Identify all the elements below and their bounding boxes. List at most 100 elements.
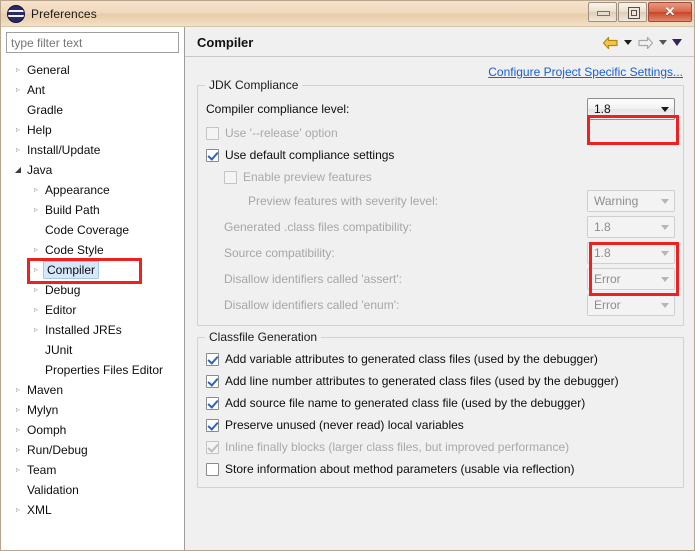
sidebar-item-code-coverage[interactable]: ▹Code Coverage [6, 220, 179, 240]
preferences-page: Compiler Configure Project Specific Sett… [185, 27, 694, 550]
checkbox-row-preserve-unused-never-read-local-variables[interactable]: Preserve unused (never read) local varia… [206, 414, 675, 436]
checkbox-inline-finally-blocks-larger-class-files-but-imp [206, 440, 219, 454]
sidebar-item-appearance[interactable]: ▹ Appearance [6, 180, 179, 200]
close-icon: ✕ [664, 4, 676, 19]
sidebar-item-maven[interactable]: ▹ Maven [6, 380, 179, 400]
tree-collapsed-arrow-icon[interactable]: ▹ [11, 140, 25, 160]
tree-collapsed-arrow-icon[interactable]: ▹ [29, 260, 43, 280]
checkbox-use-release-option [206, 126, 219, 140]
tree-no-arrow-icon: ▹ [11, 480, 25, 500]
checkbox-label: Inline finally blocks (larger class file… [225, 440, 570, 454]
sidebar-item-label: Compiler [43, 261, 100, 279]
sidebar-item-team[interactable]: ▹ Team [6, 460, 179, 480]
checkbox-row-add-line-number-attributes-to-generated-class-fi[interactable]: Add line number attributes to generated … [206, 370, 675, 392]
sidebar-item-editor[interactable]: ▹ Editor [6, 300, 179, 320]
sidebar-item-general[interactable]: ▹ General [6, 60, 179, 80]
combo-value: 1.8 [594, 102, 611, 116]
tree-collapsed-arrow-icon[interactable]: ▹ [29, 240, 43, 260]
sidebar-item-label: Validation [27, 483, 79, 497]
sidebar-item-label: Java [27, 163, 53, 177]
checkbox-label: Enable preview features [243, 170, 372, 184]
checkbox-row-add-variable-attributes-to-generated-class-files[interactable]: Add variable attributes to generated cla… [206, 348, 675, 370]
tree-collapsed-arrow-icon[interactable]: ▹ [29, 320, 43, 340]
sidebar-item-label: Oomph [27, 423, 67, 437]
checkbox-store-information-about-method-parameters-usable[interactable] [206, 462, 219, 476]
tree-collapsed-arrow-icon[interactable]: ▹ [11, 420, 25, 440]
sidebar-item-validation[interactable]: ▹Validation [6, 480, 179, 500]
sidebar-item-oomph[interactable]: ▹ Oomph [6, 420, 179, 440]
checkbox-label: Preserve unused (never read) local varia… [225, 418, 464, 432]
tree-collapsed-arrow-icon[interactable]: ▹ [29, 200, 43, 220]
setting-row-disallow-identifiers-called-enum: Disallow identifiers called 'enum': Error [206, 292, 675, 318]
tree-collapsed-arrow-icon[interactable]: ▹ [11, 380, 25, 400]
tree-collapsed-arrow-icon[interactable]: ▹ [11, 60, 25, 80]
checkbox-row-add-source-file-name-to-generated-class-file-use[interactable]: Add source file name to generated class … [206, 392, 675, 414]
combo-compiler-compliance-level[interactable]: 1.8 [587, 98, 675, 120]
group-classfile-generation: Classfile Generation Add variable attribu… [197, 330, 684, 488]
checkbox-add-source-file-name-to-generated-class-file-use[interactable] [206, 396, 219, 410]
forward-history-caret-icon[interactable] [659, 40, 667, 45]
sidebar-item-code-style[interactable]: ▹ Code Style [6, 240, 179, 260]
checkbox-row-enable-preview-features: Enable preview features [206, 166, 675, 188]
sidebar-item-label: Editor [45, 303, 77, 317]
sidebar-item-debug[interactable]: ▹ Debug [6, 280, 179, 300]
sidebar-item-xml[interactable]: ▹ XML [6, 500, 179, 520]
window-title: Preferences [31, 6, 97, 21]
chevron-down-icon [661, 106, 669, 112]
tree-collapsed-arrow-icon[interactable]: ▹ [11, 80, 25, 100]
tree-collapsed-arrow-icon[interactable]: ▹ [11, 400, 25, 420]
tree-collapsed-arrow-icon[interactable]: ▹ [29, 300, 43, 320]
checkbox-row-store-information-about-method-parameters-usable[interactable]: Store information about method parameter… [206, 458, 675, 480]
sidebar-item-gradle[interactable]: ▹Gradle [6, 100, 179, 120]
checkbox-row-use-release-option: Use '--release' option [206, 122, 675, 144]
restore-icon [628, 7, 640, 19]
forward-arrow-icon [637, 36, 654, 50]
sidebar-item-run-debug[interactable]: ▹ Run/Debug [6, 440, 179, 460]
settings-groups: JDK Compliance Compiler compliance level:… [197, 78, 684, 488]
checkbox-add-variable-attributes-to-generated-class-files[interactable] [206, 352, 219, 366]
title-bar: Preferences ✕ [1, 1, 694, 27]
minimize-button[interactable] [588, 2, 617, 22]
sidebar-item-help[interactable]: ▹ Help [6, 120, 179, 140]
checkbox-row-use-default-compliance-settings[interactable]: Use default compliance settings [206, 144, 675, 166]
sidebar-item-compiler[interactable]: ▹ Compiler [6, 260, 179, 280]
tree-collapsed-arrow-icon[interactable]: ▹ [29, 180, 43, 200]
combo-preview-features-with-severity-level: Warning [587, 190, 675, 212]
close-button[interactable]: ✕ [648, 2, 692, 22]
sidebar-item-label: Team [27, 463, 57, 477]
tree-collapsed-arrow-icon[interactable]: ▹ [11, 460, 25, 480]
checkbox-preserve-unused-never-read-local-variables[interactable] [206, 418, 219, 432]
checkbox-add-line-number-attributes-to-generated-class-fi[interactable] [206, 374, 219, 388]
chevron-down-icon [661, 302, 669, 308]
back-history-caret-icon[interactable] [624, 40, 632, 45]
tree-collapsed-arrow-icon[interactable]: ▹ [11, 500, 25, 520]
checkbox-label: Add source file name to generated class … [225, 396, 586, 410]
checkbox-label: Use default compliance settings [225, 148, 395, 162]
restore-button[interactable] [618, 2, 647, 22]
tree-expanded-arrow-icon[interactable]: ◢ [11, 160, 25, 180]
group-title: Classfile Generation [205, 330, 322, 344]
checkbox-use-default-compliance-settings[interactable] [206, 148, 219, 162]
sidebar-item-label: Maven [27, 383, 64, 397]
sidebar-item-properties-files-editor[interactable]: ▹Properties Files Editor [6, 360, 179, 380]
tree-collapsed-arrow-icon[interactable]: ▹ [11, 440, 25, 460]
tree-collapsed-arrow-icon[interactable]: ▹ [11, 120, 25, 140]
sidebar-item-label: Ant [27, 83, 46, 97]
sidebar-item-label: Gradle [27, 103, 64, 117]
sidebar-item-build-path[interactable]: ▹ Build Path [6, 200, 179, 220]
sidebar-item-ant[interactable]: ▹ Ant [6, 80, 179, 100]
sidebar-item-junit[interactable]: ▹JUnit [6, 340, 179, 360]
sidebar-item-label: Run/Debug [27, 443, 88, 457]
view-menu-caret-icon[interactable] [672, 39, 682, 46]
dialog-body: ▹General▹Ant▹Gradle▹Help▹Install/Update◢… [1, 27, 694, 550]
chevron-down-icon [661, 276, 669, 282]
sidebar-item-mylyn[interactable]: ▹ Mylyn [6, 400, 179, 420]
sidebar-item-java[interactable]: ◢ Java [6, 160, 179, 180]
filter-input[interactable] [6, 32, 179, 53]
back-arrow-icon[interactable] [602, 36, 619, 50]
sidebar-item-install-update[interactable]: ▹ Install/Update [6, 140, 179, 160]
page-header: Compiler [185, 27, 694, 57]
configure-project-specific-settings-link[interactable]: Configure Project Specific Settings... [488, 65, 683, 79]
sidebar-item-installed-jres[interactable]: ▹ Installed JREs [6, 320, 179, 340]
tree-collapsed-arrow-icon[interactable]: ▹ [29, 280, 43, 300]
